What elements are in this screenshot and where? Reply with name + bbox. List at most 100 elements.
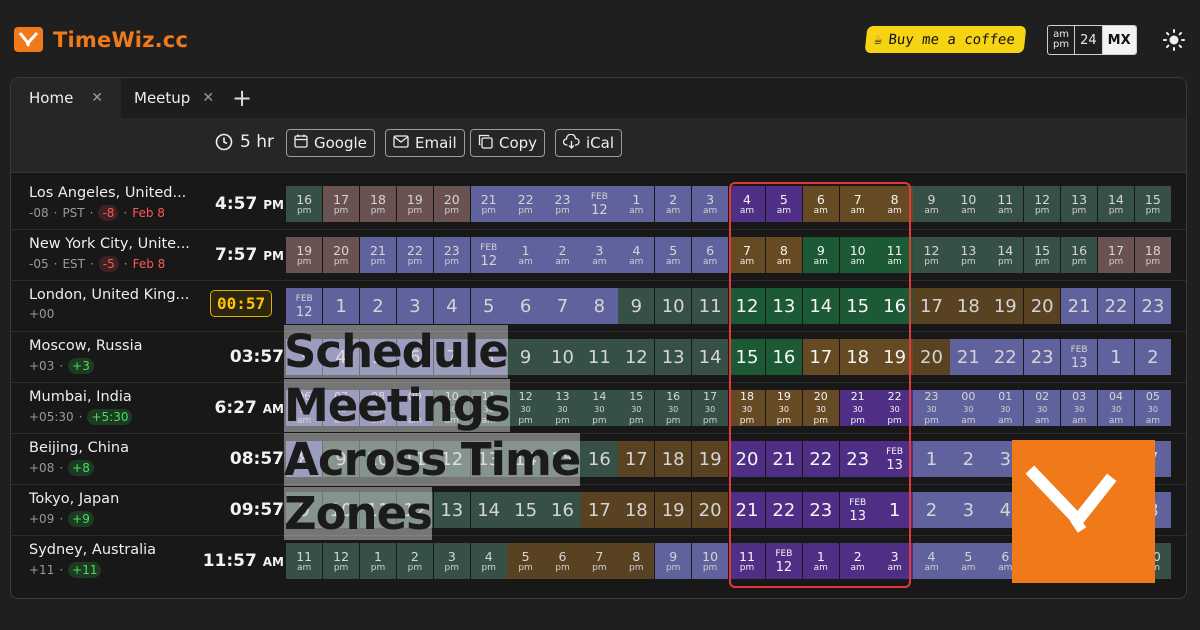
add-tab-icon[interactable]: +: [232, 84, 252, 112]
hour-cell[interactable]: 8: [581, 288, 618, 324]
hour-cell[interactable]: 8 pm: [618, 543, 655, 579]
hour-cell[interactable]: 8am: [765, 237, 803, 273]
hour-cell[interactable]: 17: [913, 288, 950, 324]
hour-cell[interactable]: 3 am: [876, 543, 913, 579]
buy-coffee-button[interactable]: ☕ Buy me a coffee: [864, 26, 1027, 53]
hour-cell[interactable]: 02 30 am: [1024, 390, 1061, 426]
hour-strip[interactable]: 16 pm 17 pm 18 pm 19 pm 20 pm 21 pm 22 pm 23 pm FEB 12 1 am…: [286, 181, 1172, 228]
hour-cell[interactable]: 21: [1060, 288, 1098, 324]
hour-cell[interactable]: 00 30 am: [950, 390, 987, 426]
hour-cell[interactable]: FEB 12: [470, 237, 507, 273]
hour-cell[interactable]: 6 pm: [544, 543, 581, 579]
timezone-row[interactable]: Sydney, Australia +11 · +11 11:57 AM 11 am…: [11, 536, 1186, 587]
hour-cell[interactable]: 19: [987, 288, 1024, 324]
hour-cell[interactable]: 2: [359, 288, 397, 324]
hour-cell[interactable]: 21: [728, 492, 766, 528]
hour-cell[interactable]: 17 pm: [322, 186, 360, 222]
format-12h-option[interactable]: am pm: [1048, 26, 1076, 54]
theme-sun-icon[interactable]: [1163, 29, 1185, 51]
hour-cell[interactable]: 4 pm: [470, 543, 507, 579]
hour-cell[interactable]: 15 pm: [1134, 186, 1172, 222]
hour-cell[interactable]: 2: [913, 492, 950, 528]
hour-cell[interactable]: 20 pm: [322, 237, 360, 273]
hour-cell[interactable]: 7: [544, 288, 581, 324]
hour-cell[interactable]: 3: [396, 288, 434, 324]
hour-cell[interactable]: 10am: [950, 186, 987, 222]
hour-cell[interactable]: 22 pm: [507, 186, 544, 222]
hour-cell[interactable]: 2 pm: [396, 543, 434, 579]
hour-cell[interactable]: 9am: [802, 237, 839, 273]
hour-cell[interactable]: 6: [507, 288, 544, 324]
hour-cell[interactable]: 15: [839, 288, 876, 324]
time-format-toggle[interactable]: am pm 24 MX: [1047, 25, 1137, 55]
hour-cell[interactable]: 20 30 pm: [802, 390, 839, 426]
hour-cell[interactable]: 22 30 pm: [876, 390, 913, 426]
logo[interactable]: TimeWiz.cc: [14, 27, 188, 52]
hour-cell[interactable]: 18: [950, 288, 987, 324]
hour-cell[interactable]: 1: [876, 492, 913, 528]
hour-strip[interactable]: 19 pm 20 pm 21 pm 22 pm 23 pm FEB 12 1 am 2 am 3 am 4 am 5 am…: [286, 232, 1172, 279]
hour-cell[interactable]: 1 am: [507, 237, 544, 273]
hour-cell[interactable]: 11 am: [286, 543, 323, 579]
hour-cell[interactable]: 17 pm: [1097, 237, 1135, 273]
hour-cell[interactable]: 18 pm: [1134, 237, 1172, 273]
hour-cell[interactable]: 20: [728, 441, 766, 477]
timezone-row[interactable]: Los Angeles, United... -08 · PST · -8 · Feb…: [11, 179, 1186, 230]
hour-cell[interactable]: 20 pm: [433, 186, 470, 222]
hour-cell[interactable]: FEB 12: [581, 186, 618, 222]
hour-cell[interactable]: 3 am: [691, 186, 729, 222]
hour-cell[interactable]: 7am: [839, 186, 876, 222]
hour-cell[interactable]: 22 pm: [396, 237, 434, 273]
hour-cell[interactable]: 4: [433, 288, 470, 324]
hour-cell[interactable]: 12 pm: [322, 543, 360, 579]
email-button[interactable]: Email: [385, 129, 465, 157]
hour-cell[interactable]: 18 pm: [359, 186, 397, 222]
hour-cell[interactable]: 15 pm: [1024, 237, 1061, 273]
hour-cell[interactable]: 22: [1097, 288, 1135, 324]
hour-cell[interactable]: 16 pm: [1060, 237, 1098, 273]
hour-cell[interactable]: 19 30 pm: [765, 390, 803, 426]
hour-cell[interactable]: 5 pm: [507, 543, 544, 579]
hour-cell[interactable]: 7am: [728, 237, 766, 273]
hour-cell[interactable]: 1: [913, 441, 950, 477]
hour-cell[interactable]: 1 am: [802, 543, 839, 579]
hour-cell[interactable]: 19 pm: [396, 186, 434, 222]
hour-cell[interactable]: 9: [618, 288, 655, 324]
hour-cell[interactable]: 1 pm: [359, 543, 397, 579]
hour-cell[interactable]: 5 am: [950, 543, 987, 579]
hour-cell[interactable]: 23: [802, 492, 839, 528]
hour-cell[interactable]: FEB 13: [876, 441, 913, 477]
timezone-row[interactable]: New York City, Unite... -05 · EST · -5 · Fe…: [11, 230, 1186, 281]
hour-cell[interactable]: 2: [1134, 339, 1172, 375]
hour-cell[interactable]: 05 30 am: [1134, 390, 1172, 426]
google-button[interactable]: Google: [286, 129, 375, 157]
ical-button[interactable]: iCal: [555, 129, 623, 157]
hour-cell[interactable]: 23: [839, 441, 876, 477]
hour-cell[interactable]: 4 am: [728, 186, 766, 222]
hour-cell[interactable]: 04 30 am: [1097, 390, 1135, 426]
copy-button[interactable]: Copy: [470, 129, 546, 157]
hour-cell[interactable]: 22: [987, 339, 1024, 375]
hour-cell[interactable]: 11 pm: [728, 543, 766, 579]
hour-cell[interactable]: 5 am: [765, 186, 803, 222]
hour-cell[interactable]: 22: [765, 492, 803, 528]
hour-cell[interactable]: 19 pm: [286, 237, 323, 273]
duration-display[interactable]: 5 hr: [215, 132, 274, 152]
tab-home[interactable]: Home ✕: [11, 78, 121, 118]
hour-cell[interactable]: 2 am: [839, 543, 876, 579]
hour-cell[interactable]: 23 30 pm: [913, 390, 950, 426]
hour-cell[interactable]: 18 30 pm: [728, 390, 766, 426]
hour-cell[interactable]: 21: [765, 441, 803, 477]
hour-cell[interactable]: 9am: [913, 186, 950, 222]
hour-cell[interactable]: 22: [802, 441, 839, 477]
hour-cell[interactable]: 10: [655, 288, 692, 324]
close-icon[interactable]: ✕: [202, 90, 214, 106]
format-mx-option[interactable]: MX: [1102, 26, 1136, 54]
hour-cell[interactable]: 14 pm: [987, 237, 1024, 273]
hour-cell[interactable]: 6 am: [691, 237, 729, 273]
hour-cell[interactable]: 20: [1024, 288, 1061, 324]
hour-cell[interactable]: 3 am: [581, 237, 618, 273]
hour-cell[interactable]: 2 am: [655, 186, 692, 222]
hour-cell[interactable]: FEB 12: [765, 543, 803, 579]
hour-cell[interactable]: 3 pm: [433, 543, 470, 579]
